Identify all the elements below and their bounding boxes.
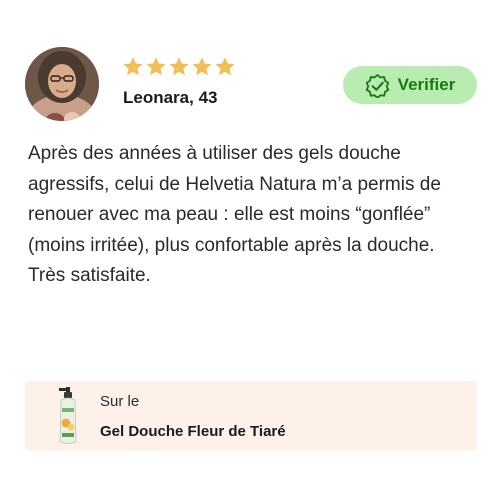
verified-badge: Verifier xyxy=(343,66,477,104)
review-text: Après des années à utiliser des gels dou… xyxy=(28,143,441,286)
product-prefix: Sur le xyxy=(100,393,140,410)
star-icon xyxy=(123,57,143,76)
star-rating xyxy=(122,56,236,78)
star-icon xyxy=(146,57,166,76)
reviewer-avatar xyxy=(25,47,99,121)
star-icon xyxy=(215,57,235,76)
star-icon xyxy=(169,57,189,76)
star-icon xyxy=(192,57,212,76)
product-bottle-image xyxy=(59,387,77,444)
product-name-link[interactable]: Gel Douche Fleur de Tiaré xyxy=(100,423,286,440)
reviewer-name: Leonara, 43 xyxy=(123,88,218,107)
avatar-photo xyxy=(25,47,99,121)
verify-label: Verifier xyxy=(397,75,456,94)
verified-badge-icon xyxy=(365,73,389,98)
product-card[interactable]: Sur le Gel Douche Fleur de Tiaré xyxy=(25,381,477,450)
